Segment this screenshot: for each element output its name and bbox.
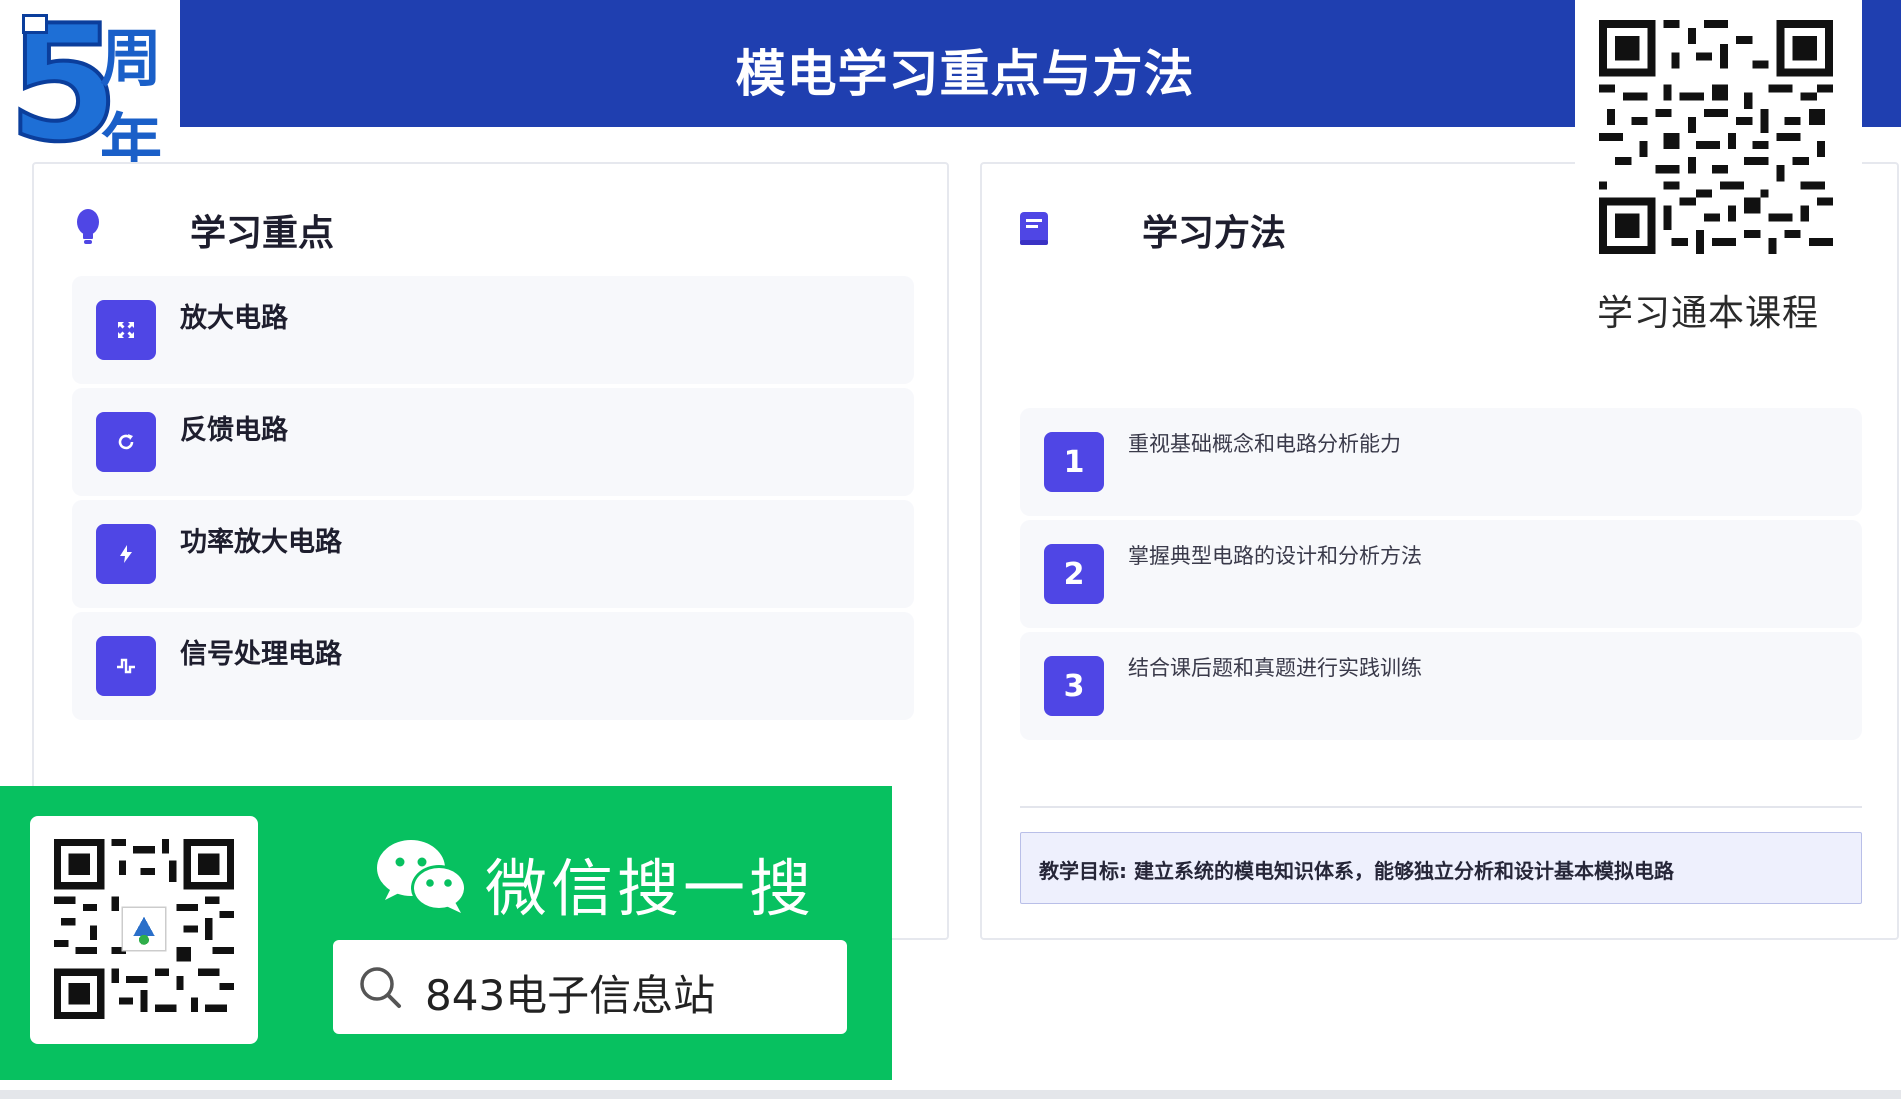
bolt-icon xyxy=(96,524,156,584)
focus-item-label: 功率放大电路 xyxy=(180,527,342,558)
focus-item-label: 放大电路 xyxy=(180,303,288,334)
focus-item-label: 信号处理电路 xyxy=(180,639,342,670)
refresh-icon xyxy=(96,412,156,472)
page-title: 模电学习重点与方法 xyxy=(735,45,1195,103)
wechat-qr-box xyxy=(30,816,258,1044)
chip-icon xyxy=(22,14,48,34)
focus-item-label: 反馈电路 xyxy=(180,415,288,446)
methods-title: 学习方法 xyxy=(1142,213,1287,254)
divider xyxy=(1020,806,1862,808)
step-number: 2 xyxy=(1044,544,1104,604)
focus-title: 学习重点 xyxy=(190,213,335,254)
method-item: 2 掌握典型电路的设计和分析方法 xyxy=(1020,520,1862,628)
focus-item[interactable]: 功率放大电路 xyxy=(72,500,914,608)
method-item: 3 结合课后题和真题进行实践训练 xyxy=(1020,632,1862,740)
book-icon xyxy=(1020,212,1048,245)
wechat-logo-icon xyxy=(377,840,467,913)
qr-caption: 学习通本课程 xyxy=(1597,293,1820,334)
focus-item[interactable]: 信号处理电路 xyxy=(72,612,914,720)
wechat-search-box[interactable]: 843电子信息站 xyxy=(333,940,847,1034)
wechat-search-banner: 微信搜一搜 843电子信息站 xyxy=(0,786,892,1080)
method-item: 1 重视基础概念和电路分析能力 xyxy=(1020,408,1862,516)
step-number: 3 xyxy=(1044,656,1104,716)
page: 模电学习重点与方法 5 周 年 学习重点 放大电路 反馈电路 功率放大电路 信号… xyxy=(0,0,1901,1099)
goal-text: 教学目标: 建立系统的模电知识体系，能够独立分析和设计基本模拟电路 xyxy=(1039,859,1674,883)
expand-arrows-icon xyxy=(96,300,156,360)
method-text: 掌握典型电路的设计和分析方法 xyxy=(1128,544,1422,568)
logo-text-1: 周 xyxy=(100,22,163,95)
wechat-qr-code-icon[interactable] xyxy=(54,838,234,1020)
step-number: 1 xyxy=(1044,432,1104,492)
method-text: 重视基础概念和电路分析能力 xyxy=(1128,432,1401,456)
teaching-goal: 教学目标: 建立系统的模电知识体系，能够独立分析和设计基本模拟电路 xyxy=(1020,832,1862,904)
course-qr-panel: 学习通本课程 xyxy=(1575,0,1862,345)
search-icon xyxy=(360,967,401,1008)
anniversary-logo: 5 周 年 xyxy=(0,0,180,179)
lightbulb-icon xyxy=(77,209,99,244)
search-query: 843电子信息站 xyxy=(425,971,716,1020)
wechat-title: 微信搜一搜 xyxy=(485,852,816,925)
focus-item[interactable]: 放大电路 xyxy=(72,276,914,384)
qr-code-icon[interactable] xyxy=(1599,18,1833,256)
method-text: 结合课后题和真题进行实践训练 xyxy=(1128,656,1422,680)
waveform-icon xyxy=(96,636,156,696)
bottom-bar xyxy=(0,1090,1901,1099)
focus-item[interactable]: 反馈电路 xyxy=(72,388,914,496)
